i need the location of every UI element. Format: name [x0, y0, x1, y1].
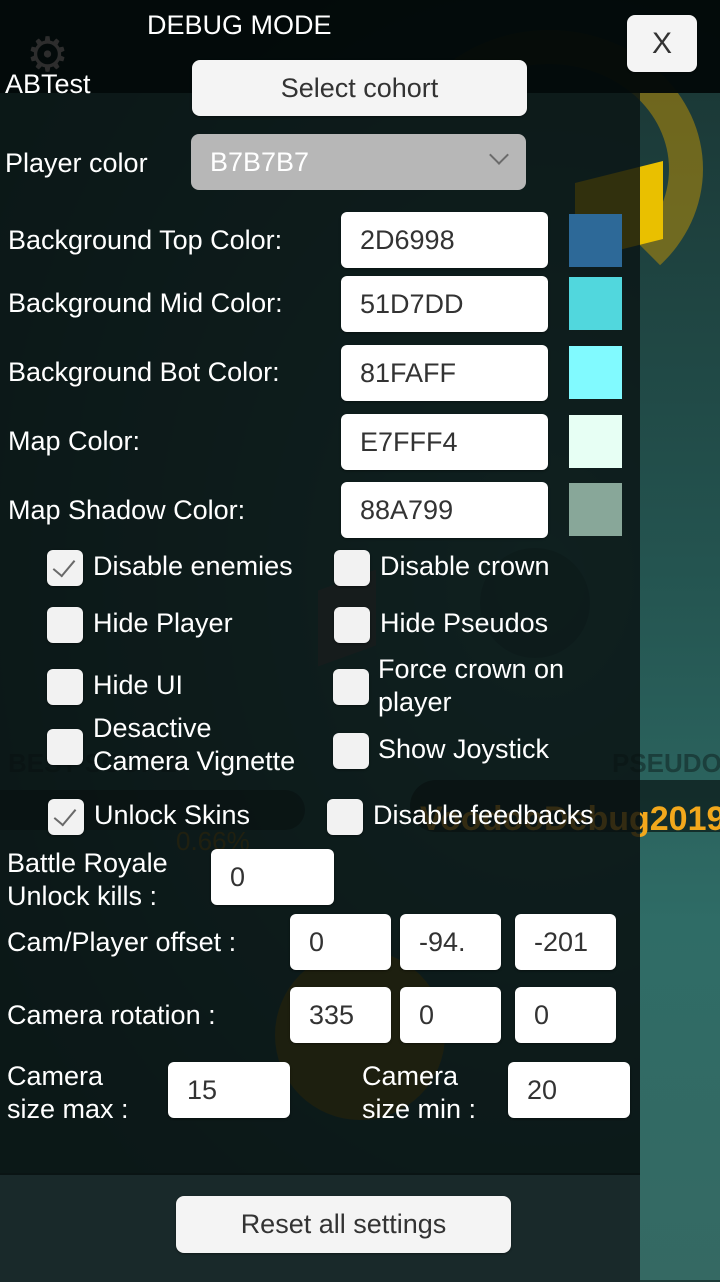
close-button[interactable]: X: [627, 15, 697, 72]
show-joystick-checkbox[interactable]: [333, 733, 369, 769]
cam-rotation-label: Camera rotation :: [7, 1000, 216, 1030]
bg-top-color-label: Background Top Color:: [8, 225, 283, 255]
force-crown-label-line2: player: [378, 687, 452, 717]
bg-bot-color-swatch: [569, 346, 622, 399]
cam-size-min-input[interactable]: 20: [508, 1062, 630, 1118]
disable-enemies-label: Disable enemies: [93, 551, 293, 581]
battle-royale-label-line1: Battle Royale: [7, 848, 168, 878]
cam-size-max-input[interactable]: 15: [168, 1062, 290, 1118]
hide-player-label: Hide Player: [93, 608, 233, 638]
bg-mid-color-label: Background Mid Color:: [8, 288, 283, 318]
bg-top-color-swatch: [569, 214, 622, 267]
cam-size-max-label-line2: size max :: [7, 1094, 129, 1124]
cam-rotation-y-input[interactable]: 0: [400, 987, 501, 1043]
map-shadow-color-label: Map Shadow Color:: [8, 495, 246, 525]
page-title: DEBUG MODE: [147, 10, 332, 40]
hide-pseudos-label: Hide Pseudos: [380, 608, 549, 638]
cam-rotation-x-input[interactable]: 335: [290, 987, 391, 1043]
hide-ui-checkbox[interactable]: [47, 669, 83, 705]
disable-feedbacks-checkbox[interactable]: [327, 799, 363, 835]
cam-offset-x-input[interactable]: 0: [290, 914, 391, 970]
cam-offset-label: Cam/Player offset :: [7, 927, 237, 957]
cam-size-min-label-line1: Camera: [362, 1061, 459, 1091]
checkmark-icon: [53, 802, 77, 827]
map-color-label: Map Color:: [8, 426, 141, 456]
map-color-swatch: [569, 415, 622, 468]
bg-top-color-input[interactable]: 2D6998: [341, 212, 548, 268]
disable-crown-label: Disable crown: [380, 551, 550, 581]
bg-mid-color-input[interactable]: 51D7DD: [341, 276, 548, 332]
unlock-skins-checkbox[interactable]: [48, 799, 84, 835]
show-joystick-label: Show Joystick: [378, 734, 550, 764]
battle-royale-label-line2: Unlock kills :: [7, 881, 158, 911]
desactive-vignette-checkbox[interactable]: [47, 729, 83, 765]
cam-size-max-label-line1: Camera: [7, 1061, 104, 1091]
disable-crown-checkbox[interactable]: [334, 550, 370, 586]
bg-mid-color-swatch: [569, 277, 622, 330]
checkmark-icon: [52, 553, 76, 578]
battle-royale-kills-input[interactable]: 0: [211, 849, 334, 905]
hide-player-checkbox[interactable]: [47, 607, 83, 643]
chevron-down-icon: [489, 145, 509, 165]
unlock-skins-label: Unlock Skins: [94, 800, 251, 830]
force-crown-checkbox[interactable]: [333, 669, 369, 705]
hide-pseudos-checkbox[interactable]: [334, 607, 370, 643]
cam-rotation-z-input[interactable]: 0: [515, 987, 616, 1043]
cam-offset-y-input[interactable]: -94.: [400, 914, 501, 970]
disable-feedbacks-label: Disable feedbacks: [373, 800, 594, 830]
map-color-input[interactable]: E7FFF4: [341, 414, 548, 470]
bg-bot-color-label: Background Bot Color:: [8, 357, 280, 387]
player-color-value: B7B7B7: [210, 146, 310, 177]
select-cohort-button[interactable]: Select cohort: [192, 60, 527, 116]
abtest-label: ABTest: [5, 69, 91, 99]
bg-bot-color-input[interactable]: 81FAFF: [341, 345, 548, 401]
force-crown-label-line1: Force crown on: [378, 654, 565, 684]
map-shadow-color-input[interactable]: 88A799: [341, 482, 548, 538]
cam-offset-z-input[interactable]: -201: [515, 914, 616, 970]
hide-ui-label: Hide UI: [93, 670, 184, 700]
cam-size-min-label-line2: size min :: [362, 1094, 477, 1124]
desactive-vignette-label-line1: Desactive: [93, 713, 212, 743]
player-color-dropdown[interactable]: B7B7B7: [191, 134, 526, 190]
map-shadow-color-swatch: [569, 483, 622, 536]
reset-all-settings-button[interactable]: Reset all settings: [176, 1196, 511, 1253]
desactive-vignette-label-line2: Camera Vignette: [93, 746, 296, 776]
disable-enemies-checkbox[interactable]: [47, 550, 83, 586]
player-color-label: Player color: [5, 148, 148, 178]
